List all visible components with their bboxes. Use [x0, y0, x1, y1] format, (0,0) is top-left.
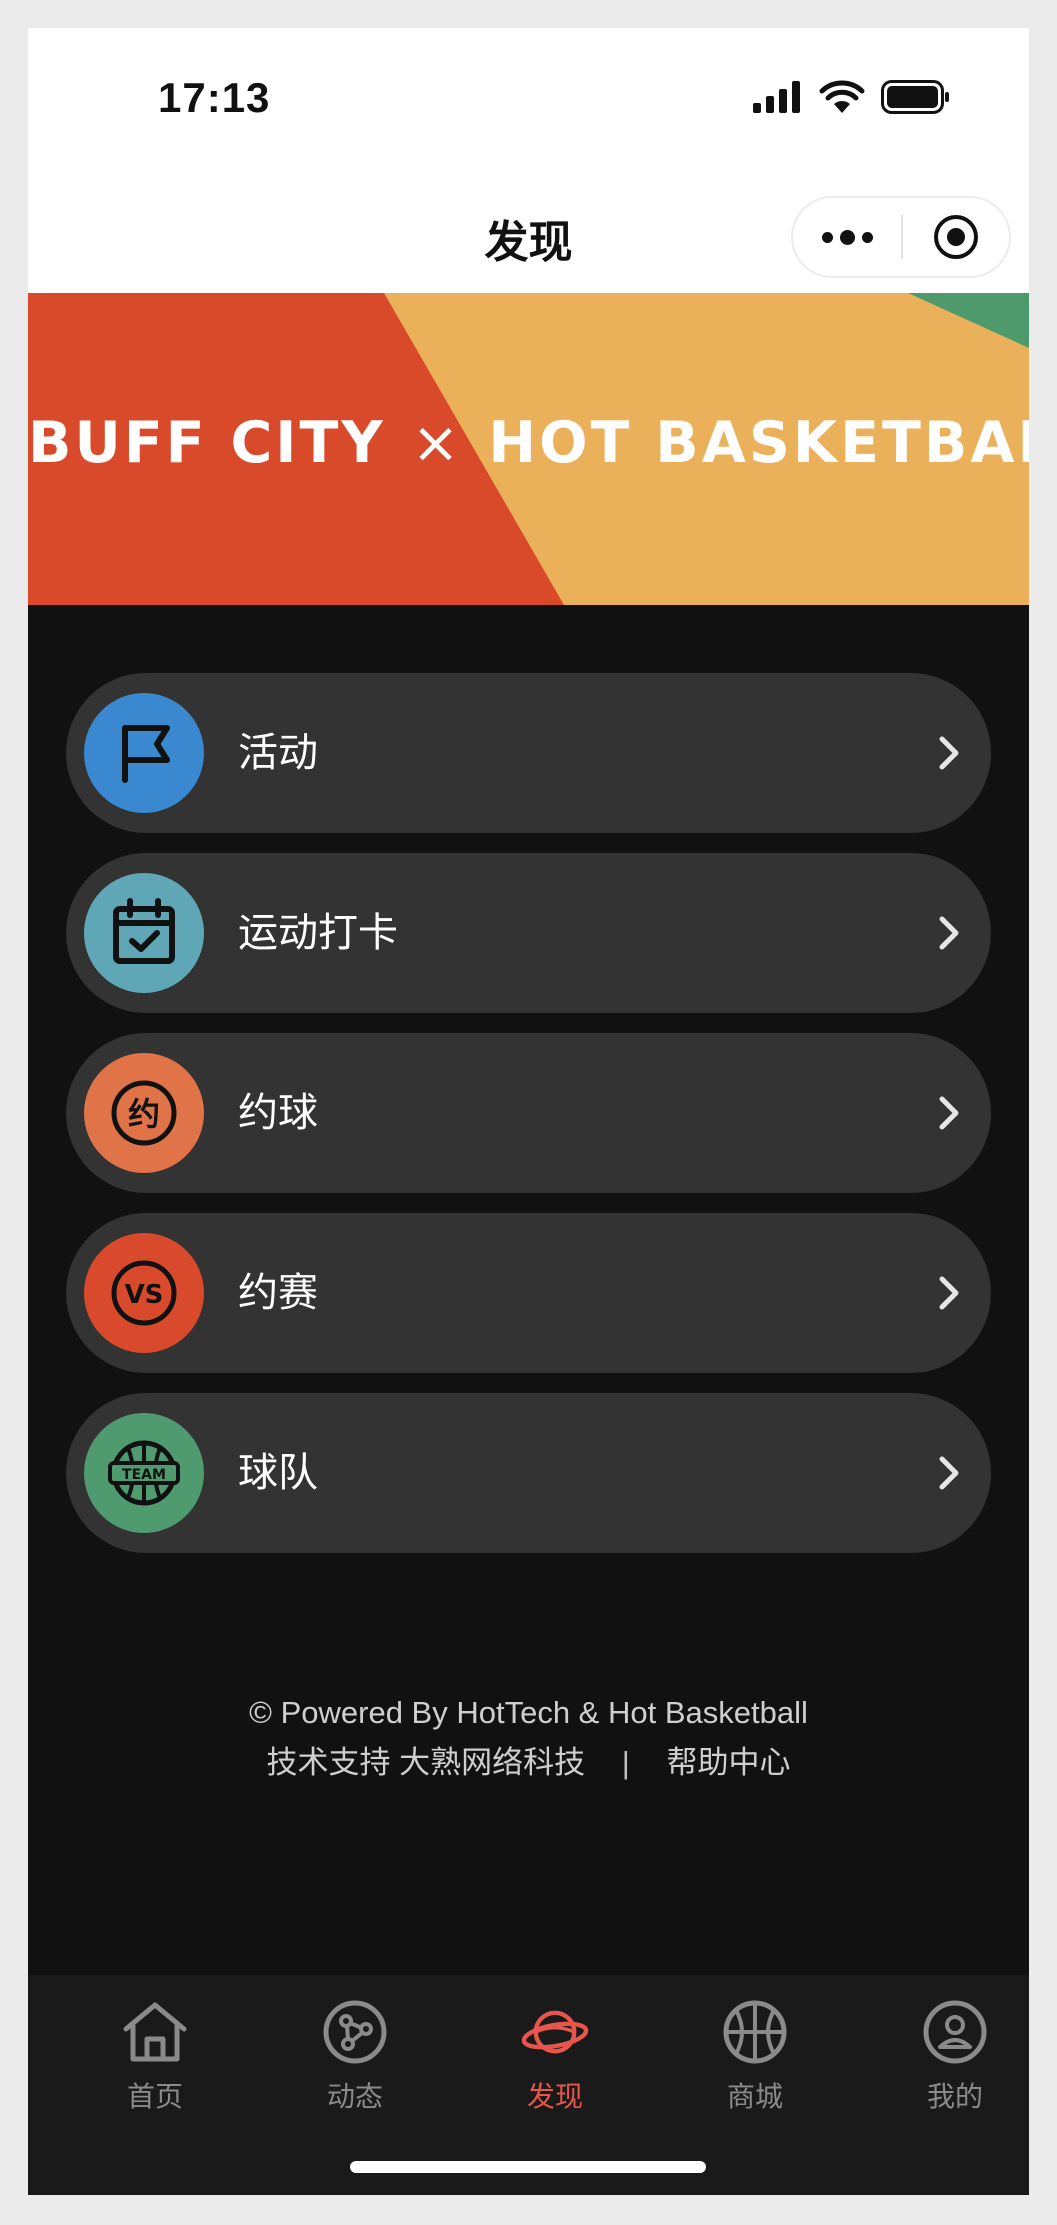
chevron-right-icon [929, 1453, 969, 1493]
tab-home[interactable]: 首页 [90, 1997, 220, 2127]
dot-icon [861, 231, 873, 243]
tech-support-text: 技术支持 大熟网络科技 [266, 1745, 586, 1780]
close-mini-program-button[interactable] [903, 213, 1009, 261]
menu-item-checkin[interactable]: 运动打卡 [66, 853, 991, 1013]
powered-by-text: © Powered By HotTech & Hot Basketball [249, 1695, 808, 1730]
tab-bar: 首页 动态 发现 商城 我的 [28, 1975, 1029, 2195]
planet-icon [520, 1997, 590, 2067]
tab-label: 我的 [926, 2080, 983, 2113]
menu-item-activity[interactable]: 活动 [66, 673, 991, 833]
status-icons [753, 80, 951, 114]
banner-left-text: BUFF CITY [28, 410, 386, 476]
menu-icon-badge: VS [84, 1233, 204, 1353]
battery-icon [881, 80, 949, 114]
menu-item-match[interactable]: VS 约赛 [66, 1213, 991, 1373]
dot-icon [821, 231, 833, 243]
menu-item-label: 约赛 [238, 1270, 318, 1316]
tab-label: 发现 [526, 2080, 583, 2113]
home-icon [120, 1997, 190, 2067]
menu-icon-badge: 约 [84, 1053, 204, 1173]
banner-headline: BUFF CITY × HOT BASKETBALL [28, 410, 1029, 476]
flag-icon [122, 725, 170, 783]
chevron-right-icon [929, 1093, 969, 1133]
basketball-icon [720, 1997, 790, 2067]
discover-menu: 活动 运动打卡 约 约球 VS 约赛 TEAM 球队 [66, 673, 991, 1573]
user-circle-icon [920, 1997, 990, 2067]
home-indicator[interactable] [350, 2161, 706, 2173]
signal-icon [753, 81, 800, 113]
team-badge-text: TEAM [122, 1467, 166, 1483]
banner-separator: × [411, 410, 463, 476]
target-icon [934, 215, 978, 259]
footer-separator: | [621, 1745, 630, 1780]
team-ball-icon: TEAM [108, 1440, 180, 1506]
yue-badge-text: 约 [128, 1095, 160, 1133]
vs-badge-icon: VS [111, 1260, 177, 1326]
footer-links: 技术支持 大熟网络科技 | 帮助中心 [28, 1738, 1029, 1788]
footer: © Powered By HotTech & Hot Basketball 技术… [28, 1688, 1029, 1788]
calendar-check-icon [113, 898, 175, 964]
menu-item-pickup-game[interactable]: 约 约球 [66, 1033, 991, 1193]
chevron-right-icon [929, 1273, 969, 1313]
promo-banner[interactable]: BUFF CITY × HOT BASKETBALL [28, 293, 1029, 605]
menu-icon-badge: TEAM [84, 1413, 204, 1533]
mini-program-capsule [791, 196, 1011, 278]
tab-label: 商城 [726, 2080, 783, 2113]
menu-item-label: 约球 [238, 1090, 318, 1136]
yue-badge-icon: 约 [111, 1080, 177, 1146]
status-bar: 17:13 [28, 28, 1029, 178]
tab-discover[interactable]: 发现 [490, 1997, 620, 2127]
more-options-button[interactable] [793, 198, 901, 276]
tab-profile[interactable]: 我的 [890, 1997, 1020, 2127]
menu-item-team[interactable]: TEAM 球队 [66, 1393, 991, 1553]
help-center-link[interactable]: 帮助中心 [666, 1745, 790, 1780]
tab-label: 首页 [126, 2080, 183, 2113]
menu-item-label: 运动打卡 [238, 910, 398, 956]
banner-right-text: HOT BASKETBALL [488, 410, 1029, 476]
tab-label: 动态 [326, 2080, 383, 2113]
nav-bar: 发现 [28, 178, 1029, 293]
menu-icon-badge [84, 693, 204, 813]
menu-item-label: 球队 [238, 1450, 318, 1496]
phone-screen: 17:13 发现 BUFF CITY × HOT BASKETBA 活动 运动打… [28, 28, 1029, 2195]
tab-feed[interactable]: 动态 [290, 1997, 420, 2127]
share-nodes-icon [320, 1997, 390, 2067]
chevron-right-icon [929, 913, 969, 953]
menu-icon-badge [84, 873, 204, 993]
dot-icon [839, 229, 855, 245]
wifi-icon [819, 80, 865, 113]
vs-badge-text: VS [125, 1280, 164, 1310]
status-time: 17:13 [158, 74, 271, 121]
menu-item-label: 活动 [238, 730, 318, 776]
chevron-right-icon [929, 733, 969, 773]
tab-shop[interactable]: 商城 [690, 1997, 820, 2127]
